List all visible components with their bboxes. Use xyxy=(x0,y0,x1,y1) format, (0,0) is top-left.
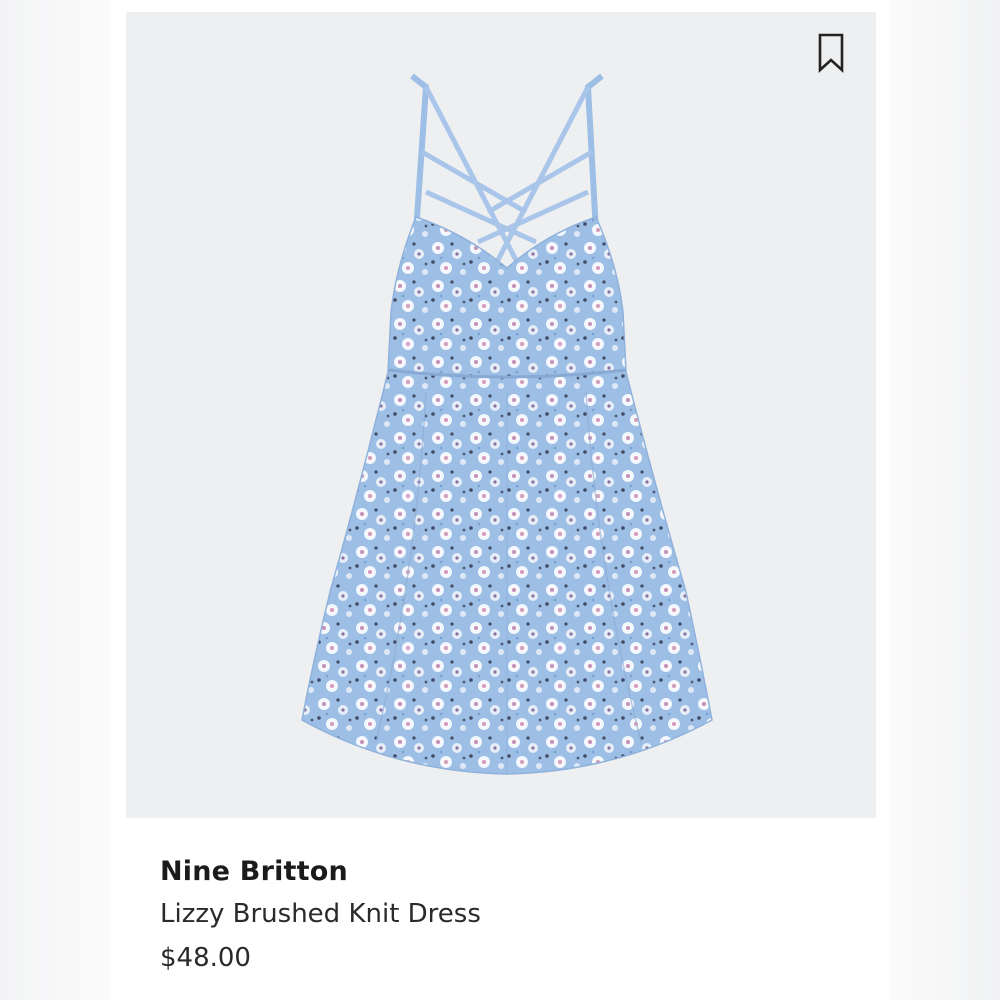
next-card-edge xyxy=(890,0,1000,1000)
product-price: $48.00 xyxy=(160,943,251,973)
previous-card-edge xyxy=(0,0,110,1000)
brand-name[interactable]: Nine Britton xyxy=(160,852,840,892)
dress-image xyxy=(301,73,713,775)
product-image-container[interactable] xyxy=(126,12,876,818)
product-card[interactable]: Nine Britton Lizzy Brushed Knit Dress $4… xyxy=(110,0,890,1000)
product-info: Nine Britton Lizzy Brushed Knit Dress $4… xyxy=(160,852,840,980)
bookmark-icon[interactable] xyxy=(816,32,846,74)
product-page: Nine Britton Lizzy Brushed Knit Dress $4… xyxy=(0,0,1000,1000)
product-name[interactable]: Lizzy Brushed Knit Dress xyxy=(160,892,840,936)
